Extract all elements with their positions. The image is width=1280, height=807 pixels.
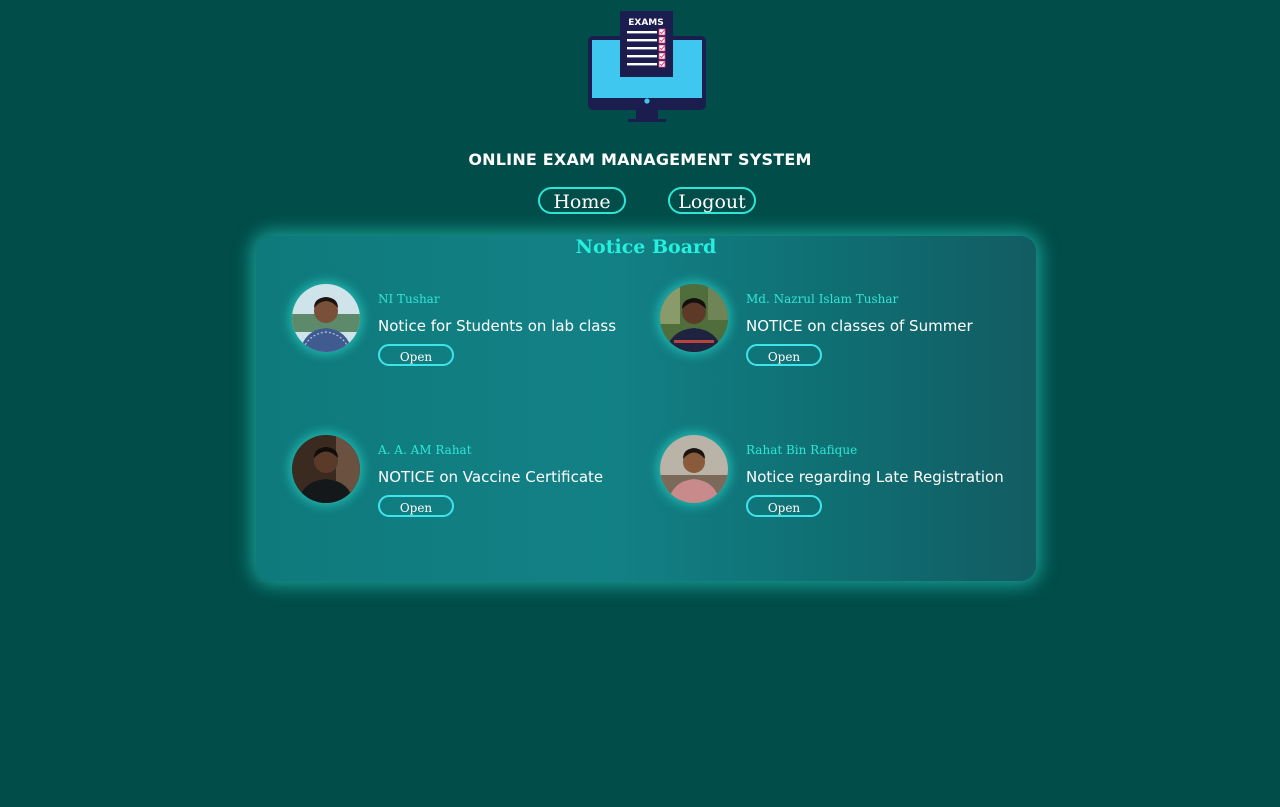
exams-logo: EXAMS — [586, 8, 710, 126]
notice-card: NI Tushar Notice for Students on lab cla… — [292, 284, 652, 384]
open-notice-button[interactable]: Open — [746, 344, 822, 366]
notice-author: Md. Nazrul Islam Tushar — [746, 292, 899, 306]
notice-author: Rahat Bin Rafique — [746, 443, 858, 457]
author-avatar — [292, 435, 360, 503]
notice-card: Md. Nazrul Islam Tushar NOTICE on classe… — [660, 284, 1020, 384]
notice-title: NOTICE on classes of Summer — [746, 317, 973, 335]
author-avatar — [292, 284, 360, 352]
open-notice-button[interactable]: Open — [746, 495, 822, 517]
notice-author: NI Tushar — [378, 292, 440, 306]
notice-title: Notice for Students on lab class — [378, 317, 617, 335]
notice-board-title: Notice Board — [575, 236, 717, 258]
notice-title: NOTICE on Vaccine Certificate — [378, 468, 604, 486]
author-avatar — [660, 284, 728, 352]
notice-board: Notice Board NI Tushar Notice for Studen… — [256, 236, 1036, 581]
svg-text:EXAMS: EXAMS — [628, 18, 664, 28]
notice-card: A. A. AM Rahat NOTICE on Vaccine Certifi… — [292, 435, 652, 535]
notice-author: A. A. AM Rahat — [378, 443, 472, 457]
app-title: ONLINE EXAM MANAGEMENT SYSTEM — [468, 150, 812, 169]
open-notice-button[interactable]: Open — [378, 344, 454, 366]
author-avatar — [660, 435, 728, 503]
home-button[interactable]: Home — [538, 187, 626, 214]
logout-button[interactable]: Logout — [668, 187, 756, 214]
open-notice-button[interactable]: Open — [378, 495, 454, 517]
notice-title: Notice regarding Late Registration — [746, 468, 1004, 486]
notice-card: Rahat Bin Rafique Notice regarding Late … — [660, 435, 1020, 535]
